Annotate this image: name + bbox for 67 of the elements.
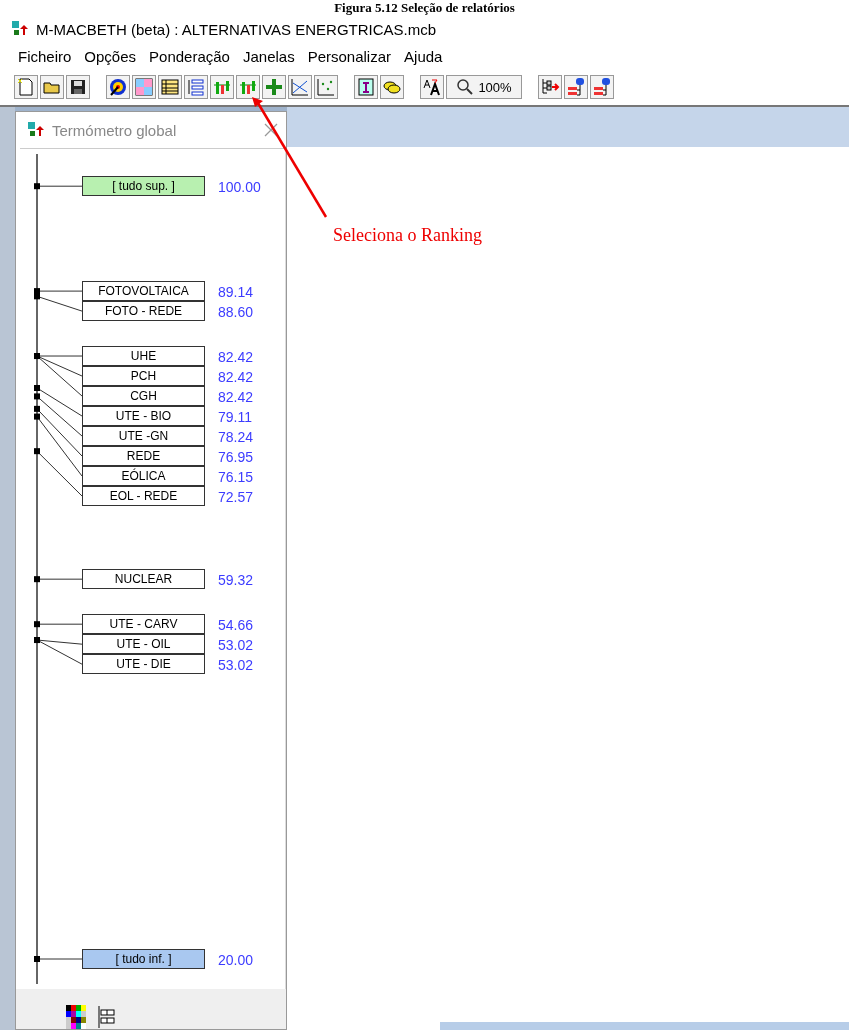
option-label: FOTOVOLTAICA xyxy=(82,281,205,302)
table-icon[interactable] xyxy=(158,75,182,99)
option-label: UTE - DIE xyxy=(82,654,205,675)
app-logo-icon xyxy=(12,21,28,37)
bar-chart-icon[interactable] xyxy=(210,75,234,99)
menu-item[interactable]: Ponderação xyxy=(149,48,230,65)
connector-line xyxy=(34,956,83,962)
menu-item[interactable]: Ajuda xyxy=(404,48,443,65)
menu-item[interactable]: Janelas xyxy=(242,48,295,65)
bar-chart-icon[interactable] xyxy=(236,75,260,99)
option-label: UTE - OIL xyxy=(82,634,205,655)
connector-line xyxy=(34,183,83,190)
app-logo-icon xyxy=(28,122,44,138)
score-value: 89.14 xyxy=(218,283,254,302)
window-title: Termómetro global xyxy=(52,121,178,139)
score-value: 79.11 xyxy=(218,408,252,426)
score-value: 82.42 xyxy=(218,388,254,406)
score-value: 82.42 xyxy=(218,368,254,386)
score-value: 82.42 xyxy=(218,348,254,366)
option-label: NUCLEAR xyxy=(82,569,205,590)
window-title: M-MACBETH (beta) : ALTERNATIVAS ENERGTRICAS.mcb xyxy=(36,20,437,38)
font-size-icon[interactable] xyxy=(420,75,444,99)
list-icon[interactable] xyxy=(184,75,208,99)
target-icon[interactable] xyxy=(106,75,130,99)
option-label: [ tudo inf. ] xyxy=(82,949,205,969)
score-value: 100.00 xyxy=(218,178,261,197)
score-value: 20.00 xyxy=(218,951,254,969)
folder-icon[interactable] xyxy=(40,75,64,99)
score-value: 59.32 xyxy=(218,571,254,590)
score-value: 76.95 xyxy=(218,448,254,466)
score-value: 53.02 xyxy=(218,656,254,675)
document-icon[interactable] xyxy=(14,75,38,99)
tree-icon[interactable] xyxy=(538,75,562,99)
connector-line xyxy=(34,576,83,583)
option-label: [ tudo sup. ] xyxy=(82,176,205,197)
connector-line xyxy=(34,621,83,628)
annotation-text: Seleciona o Ranking xyxy=(333,225,482,246)
menu-item[interactable]: Personalizar xyxy=(307,48,392,65)
search-icon xyxy=(456,78,475,96)
option-label: CGH xyxy=(82,386,205,406)
score-value: 72.57 xyxy=(218,488,254,506)
menu-item[interactable]: Ficheiro xyxy=(18,48,72,65)
score-value: 78.24 xyxy=(218,428,254,446)
list-layout-icon[interactable] xyxy=(96,1005,116,1029)
figure-caption: Figura 5.12 Seleção de relatórios xyxy=(333,0,516,16)
option-label: UTE - CARV xyxy=(82,614,205,635)
lines-chart-icon[interactable] xyxy=(288,75,312,99)
option-label: REDE xyxy=(82,446,205,466)
coins-icon[interactable] xyxy=(380,75,404,99)
plus-icon[interactable] xyxy=(262,75,286,99)
option-label: PCH xyxy=(82,366,205,386)
score-value: 88.60 xyxy=(218,303,254,322)
option-label: UHE xyxy=(82,346,205,366)
close-icon[interactable] xyxy=(264,123,278,137)
option-label: EOL - REDE xyxy=(82,486,205,506)
zoom-button[interactable]: 100% xyxy=(446,75,522,99)
color-palette-icon[interactable] xyxy=(66,1005,86,1029)
option-label: FOTO - REDE xyxy=(82,301,205,322)
option-label: UTE -GN xyxy=(82,426,205,446)
menu-item[interactable]: Opções xyxy=(84,48,137,65)
scatter-chart-icon[interactable] xyxy=(314,75,338,99)
option-label: EÓLICA xyxy=(82,466,205,486)
score-value: 54.66 xyxy=(218,616,254,635)
score-value: 76.15 xyxy=(218,468,254,486)
connector-line xyxy=(34,448,83,497)
score-value: 53.02 xyxy=(218,636,254,655)
option-label: UTE - BIO xyxy=(82,406,205,426)
